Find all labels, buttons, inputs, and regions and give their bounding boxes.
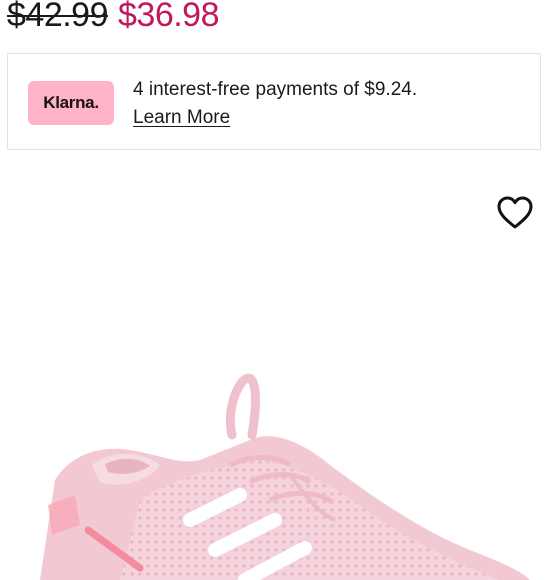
sale-price: $36.98	[118, 0, 220, 34]
product-page: $42.99 $36.98 Klarna. 4 interest-free pa…	[0, 0, 548, 580]
original-price: $42.99	[7, 0, 109, 34]
klarna-message-block: 4 interest-free payments of $9.24. Learn…	[133, 76, 417, 132]
klarna-financing-banner: Klarna. 4 interest-free payments of $9.2…	[7, 53, 541, 150]
klarna-message: 4 interest-free payments of $9.24.	[133, 79, 418, 100]
price-row: $42.99 $36.98	[7, 0, 220, 35]
heart-outline-icon	[497, 196, 533, 229]
wishlist-button[interactable]	[494, 192, 536, 234]
learn-more-link[interactable]: Learn More	[133, 104, 417, 132]
pink-sneaker-photo	[40, 373, 530, 580]
klarna-logo: Klarna.	[28, 81, 114, 125]
